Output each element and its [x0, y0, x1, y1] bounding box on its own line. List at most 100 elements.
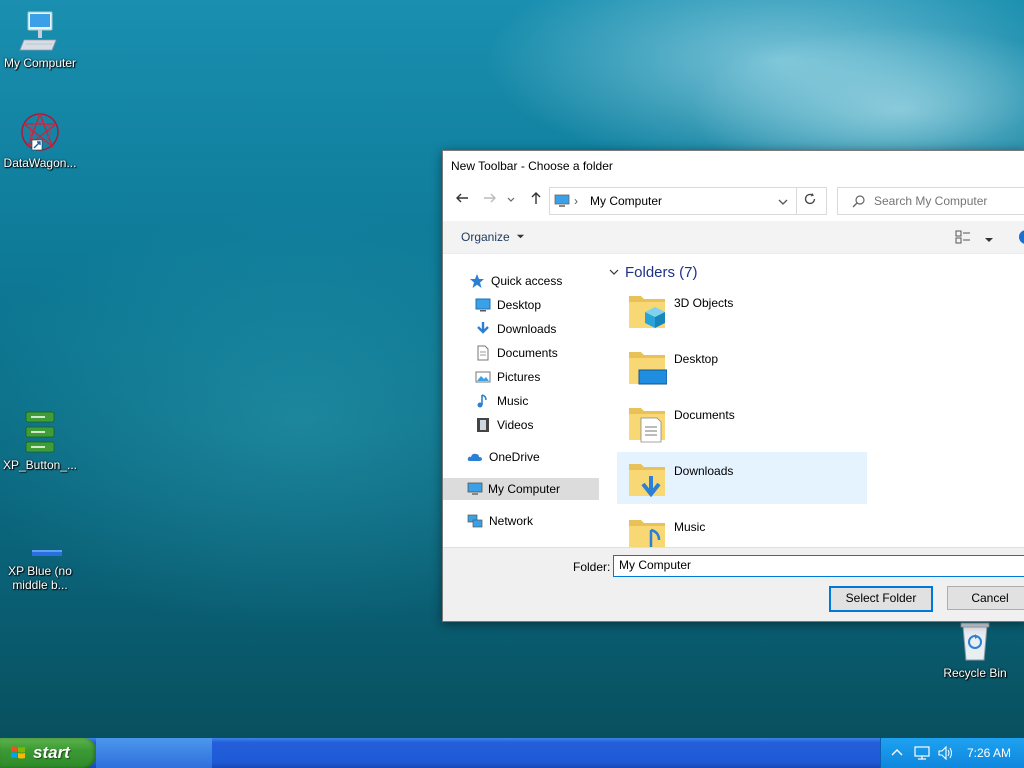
nav-label: Network	[489, 514, 534, 528]
volume-icon[interactable]	[937, 745, 955, 761]
nav-quick-access[interactable]: Quick access	[469, 270, 599, 292]
nav-label: Documents	[497, 346, 558, 360]
folder-item-documents[interactable]: Documents	[617, 396, 867, 448]
nav-label: Desktop	[497, 298, 542, 312]
folder-item-desktop[interactable]: Desktop	[617, 340, 867, 392]
computer-icon	[467, 482, 483, 495]
chevron-down-icon	[609, 269, 619, 275]
cloud-icon	[467, 453, 482, 461]
network-icon[interactable]	[913, 745, 931, 761]
download-icon	[477, 322, 489, 334]
recent-locations-button[interactable]	[505, 191, 517, 211]
chevron-down-icon	[516, 234, 525, 239]
desktop-icon-label: XP Blue (no	[8, 564, 72, 578]
taskbar: start 7:26 AM	[0, 738, 1024, 768]
view-options-button[interactable]	[955, 229, 994, 248]
help-icon[interactable]	[1019, 230, 1024, 244]
desktop-icon-xp-button[interactable]: XP_Button_...	[0, 410, 80, 472]
nav-label: Music	[497, 394, 529, 408]
up-arrow-icon	[531, 192, 541, 204]
choose-folder-dialog: New Toolbar - Choose a folder › My Compu…	[442, 150, 1024, 622]
view-details-icon	[955, 230, 970, 244]
navigation-pane: Quick access Desktop 📌 Downloads 📌 Docum…	[443, 254, 629, 547]
documents-folder-icon	[629, 408, 665, 443]
music-folder-icon	[629, 520, 665, 547]
computer-icon	[19, 11, 57, 51]
folder-name: 3D Objects	[674, 296, 734, 310]
command-bar: Organize	[443, 221, 1024, 254]
nav-label: Downloads	[497, 322, 557, 336]
start-label: start	[33, 743, 70, 762]
address-bar[interactable]: › My Computer	[549, 187, 827, 215]
computer-icon	[554, 194, 570, 207]
search-input[interactable]	[872, 191, 1024, 211]
up-button[interactable]	[526, 191, 546, 211]
windows-logo-icon	[11, 746, 25, 759]
quick-launch-area	[96, 738, 212, 768]
chevron-up-icon[interactable]	[891, 747, 903, 759]
breadcrumb-separator-icon: ›	[574, 194, 578, 208]
chevron-down-icon	[985, 238, 994, 242]
desktop-icon-label: XP_Button_...	[2, 458, 78, 472]
group-header[interactable]: Folders (7)	[609, 264, 698, 281]
nav-item-documents[interactable]: Documents 📌	[475, 342, 629, 364]
folder-item-3d-objects[interactable]: 3D Objects	[617, 284, 867, 336]
group-header-label: Folders (7)	[625, 264, 698, 281]
desktop-icon-datawagon[interactable]: DataWagon...	[0, 110, 80, 170]
nav-label: Videos	[497, 418, 534, 432]
start-button[interactable]: start	[0, 738, 96, 768]
nav-my-computer[interactable]: My Computer	[443, 478, 599, 500]
dialog-titlebar[interactable]: New Toolbar - Choose a folder	[443, 151, 1024, 181]
chevron-down-icon[interactable]	[778, 197, 788, 207]
xp-button-icon	[25, 411, 55, 453]
nav-label: Quick access	[491, 274, 563, 288]
desktop-icon-label: middle b...	[12, 578, 68, 592]
document-icon	[477, 345, 489, 361]
folder-content-pane: Folders (7) 3D Objects Desktop Documents…	[603, 254, 1024, 547]
folder-item-downloads[interactable]: Downloads	[617, 452, 867, 504]
folder-name: Music	[674, 520, 706, 534]
folder-input[interactable]	[614, 556, 1024, 574]
star-icon	[470, 274, 484, 288]
dialog-footer: Folder: Select Folder Cancel	[443, 547, 1024, 621]
nav-item-videos[interactable]: Videos	[475, 414, 599, 436]
nav-label: Pictures	[497, 370, 541, 384]
3d-objects-folder-icon	[629, 296, 665, 328]
desktop-icon-label: My Computer	[3, 56, 77, 70]
desktop-folder-icon	[629, 352, 667, 385]
refresh-icon	[804, 193, 816, 205]
desktop-icon	[475, 298, 491, 312]
select-folder-button[interactable]: Select Folder	[829, 586, 933, 612]
datawagon-icon	[21, 112, 59, 151]
desktop-icon-recycle-bin[interactable]: Recycle Bin	[935, 620, 1015, 680]
recycle-bin-icon	[960, 622, 990, 661]
desktop-icon-xp-blue[interactable]: XP Blue (no middle b...	[0, 548, 80, 592]
back-button[interactable]	[452, 191, 472, 211]
nav-label: OneDrive	[489, 450, 540, 464]
address-text: My Computer	[590, 194, 663, 208]
cancel-button[interactable]: Cancel	[947, 586, 1024, 610]
search-box[interactable]	[837, 187, 1024, 215]
dialog-title: New Toolbar - Choose a folder	[451, 159, 613, 173]
forward-button[interactable]	[480, 191, 500, 211]
search-icon	[852, 195, 865, 208]
folder-name: Documents	[674, 408, 735, 422]
folder-label: Folder:	[573, 560, 611, 574]
xp-blue-icon	[32, 550, 62, 556]
nav-item-pictures[interactable]: Pictures 📌	[475, 366, 629, 388]
music-icon	[477, 394, 487, 408]
back-arrow-icon	[456, 193, 468, 203]
folder-field[interactable]	[613, 555, 1024, 577]
nav-item-music[interactable]: Music	[475, 390, 599, 412]
nav-network[interactable]: Network	[467, 510, 599, 532]
desktop-icon-my-computer[interactable]: My Computer	[0, 10, 80, 70]
nav-onedrive[interactable]: OneDrive	[467, 446, 599, 468]
organize-button[interactable]: Organize	[461, 221, 525, 253]
nav-label: My Computer	[488, 482, 561, 496]
video-icon	[477, 418, 489, 432]
refresh-button[interactable]	[796, 188, 823, 214]
clock[interactable]: 7:26 AM	[967, 738, 1011, 768]
nav-item-downloads[interactable]: Downloads 📌	[475, 318, 629, 340]
folder-item-music[interactable]: Music	[617, 508, 867, 547]
nav-item-desktop[interactable]: Desktop 📌	[475, 294, 629, 316]
